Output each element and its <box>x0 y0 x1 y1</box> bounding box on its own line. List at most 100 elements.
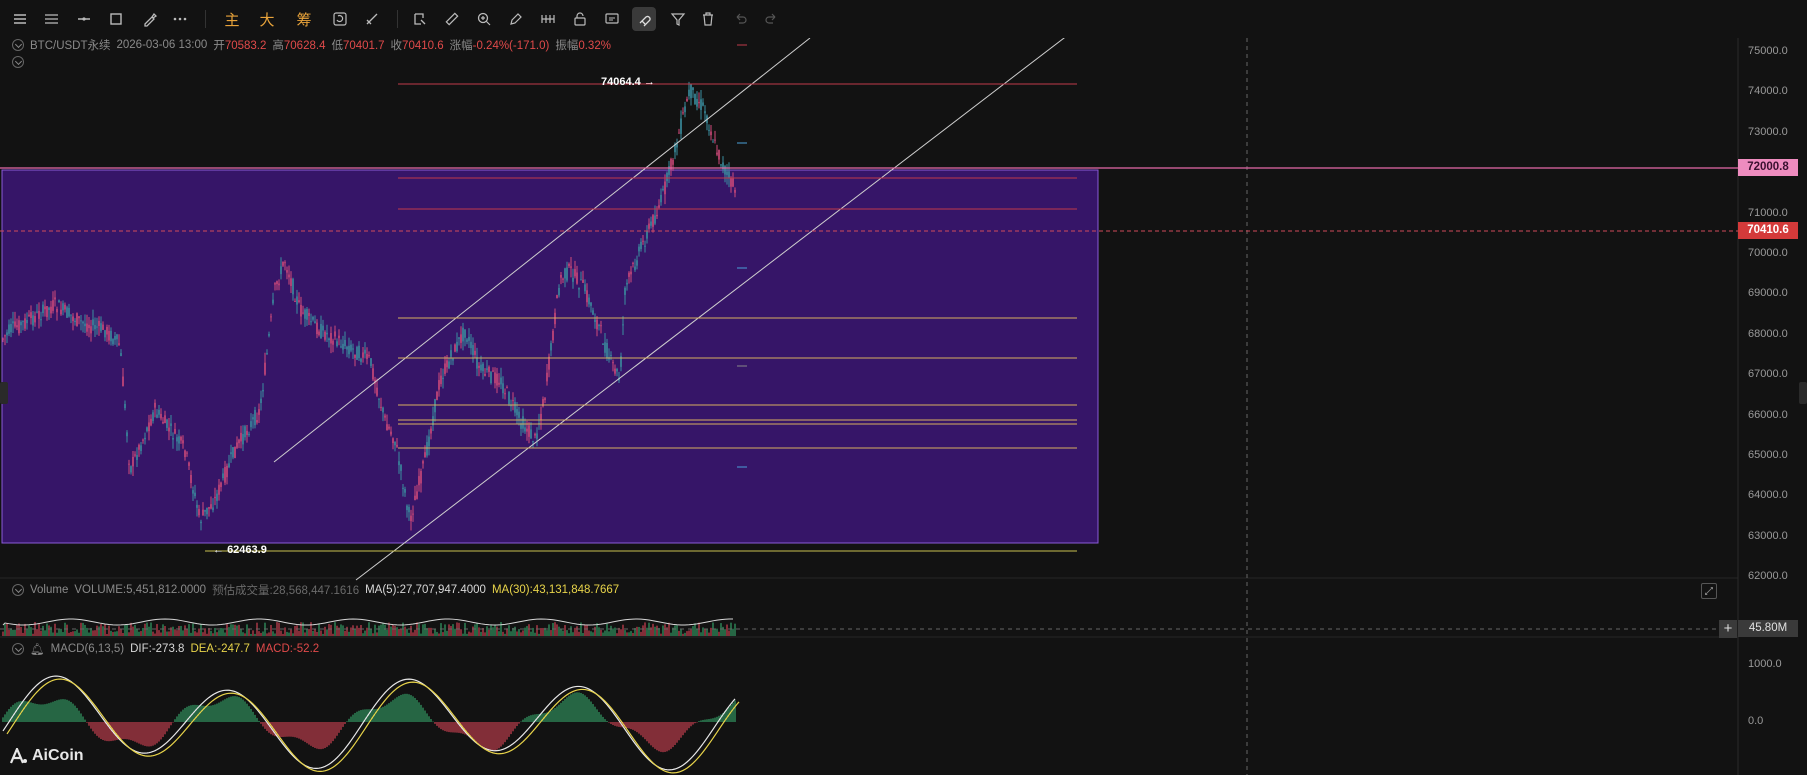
candle-body <box>350 344 352 351</box>
ruler-icon[interactable] <box>442 9 462 29</box>
macd-bar <box>640 722 642 736</box>
macd-bar <box>292 722 294 737</box>
candle-body <box>320 323 322 339</box>
volume-bar <box>708 632 710 636</box>
more-icon[interactable] <box>170 9 190 29</box>
menu-icon[interactable] <box>10 9 30 29</box>
candle-body <box>34 316 36 323</box>
macd-bar <box>432 721 434 723</box>
low-value: 70401.7 <box>342 40 385 52</box>
annotate-icon[interactable] <box>410 9 430 29</box>
candle-body <box>522 416 524 429</box>
range-box[interactable] <box>1 169 1099 544</box>
candle-body <box>444 363 446 374</box>
candle-body <box>78 316 80 319</box>
candle-body <box>646 231 648 239</box>
volume-bar <box>646 627 648 636</box>
candle-body <box>194 492 196 497</box>
pattern-icon[interactable] <box>538 9 558 29</box>
chips-button[interactable]: 筹 <box>294 9 314 29</box>
expand-icon[interactable] <box>1701 583 1717 599</box>
candle-body <box>544 398 546 401</box>
macd-legend: 🔔︎ MACD(6,13,5) DIF:-273.8 DEA:-247.7 MA… <box>12 642 319 656</box>
candle-body <box>576 272 578 284</box>
main-indicator-button[interactable]: 主 <box>222 9 242 29</box>
candle-body <box>690 84 692 99</box>
candle-body <box>532 441 534 443</box>
volume-bar <box>178 625 180 636</box>
volume-bar <box>198 628 200 636</box>
volume-ma5: MA(5):27,707,947.4000 <box>365 584 486 596</box>
macd-bar <box>200 705 202 722</box>
candle-body <box>28 314 30 317</box>
candle-body <box>398 461 400 466</box>
price-chart[interactable] <box>0 38 1807 775</box>
pencil-icon[interactable] <box>506 9 526 29</box>
big-order-button[interactable]: 大 <box>257 9 277 29</box>
lock-icon[interactable] <box>570 9 590 29</box>
volume-bar <box>376 632 378 636</box>
macd-bar <box>424 710 426 722</box>
volume-bar <box>150 622 152 636</box>
undo-icon[interactable] <box>730 9 750 29</box>
brush-icon[interactable] <box>140 9 160 29</box>
candle-body <box>138 444 140 450</box>
left-panel-handle[interactable] <box>0 382 8 404</box>
volume-bar <box>30 627 32 636</box>
candle-body <box>134 454 136 456</box>
macd-bar <box>618 722 620 727</box>
price-tick: 65000.0 <box>1748 449 1788 461</box>
open-label: 开 <box>213 40 225 52</box>
candle-body <box>250 421 252 428</box>
volume-bar <box>366 627 368 636</box>
horizontal-line-icon[interactable] <box>74 9 94 29</box>
macd-bar <box>28 701 30 722</box>
macd-bar <box>396 697 398 722</box>
volume-bar <box>132 626 134 636</box>
filter-icon[interactable] <box>668 9 688 29</box>
candle-body <box>718 149 720 160</box>
macd-bar <box>384 705 386 722</box>
volume-bar <box>732 628 734 636</box>
redo-icon[interactable] <box>762 9 782 29</box>
volume-bar <box>484 632 486 636</box>
volume-bar <box>578 631 580 636</box>
magnet-icon[interactable] <box>632 7 656 31</box>
list-icon[interactable] <box>42 9 62 29</box>
volume-bar <box>234 624 236 636</box>
estimated-volume: 预估成交量:28,568,447.1616 <box>212 585 360 597</box>
trash-icon[interactable] <box>698 9 718 29</box>
zoom-icon[interactable] <box>474 9 494 29</box>
chevron-down-icon[interactable] <box>12 39 24 51</box>
candle-body <box>558 287 560 296</box>
candle-body <box>712 141 714 143</box>
volume-bar <box>504 633 506 636</box>
price-tick: 63000.0 <box>1748 529 1788 542</box>
macd-bar <box>240 698 242 722</box>
rectangle-icon[interactable] <box>106 9 126 29</box>
volume-bar <box>176 630 178 636</box>
screenshot-icon[interactable] <box>602 9 622 29</box>
volume-bar <box>628 632 630 636</box>
ruler-pen-icon[interactable] <box>362 9 382 29</box>
candle-body <box>404 489 406 493</box>
macd-bar <box>176 716 178 722</box>
macd-bar <box>702 719 704 722</box>
add-icon[interactable]: + <box>1719 620 1737 638</box>
right-panel-handle[interactable] <box>1799 382 1807 404</box>
candle-body <box>2 338 4 340</box>
macd-bar <box>632 722 634 730</box>
refresh-icon[interactable] <box>330 9 350 29</box>
ohlc-legend: BTC/USDT永续 2026-03-06 13:00 开70583.2 高70… <box>12 37 611 53</box>
chevron-down-icon[interactable] <box>12 643 24 655</box>
volume-bar <box>468 631 470 636</box>
bell-icon[interactable]: 🔔︎ <box>30 642 45 656</box>
volume-bar <box>700 632 702 636</box>
macd-bar <box>164 722 166 735</box>
chevron-down-icon[interactable] <box>12 584 24 596</box>
chevron-icon[interactable] <box>12 56 24 68</box>
macd-bar <box>360 710 362 722</box>
volume-bar <box>440 623 442 636</box>
volume-bar <box>602 632 604 636</box>
candle-body <box>594 319 596 323</box>
